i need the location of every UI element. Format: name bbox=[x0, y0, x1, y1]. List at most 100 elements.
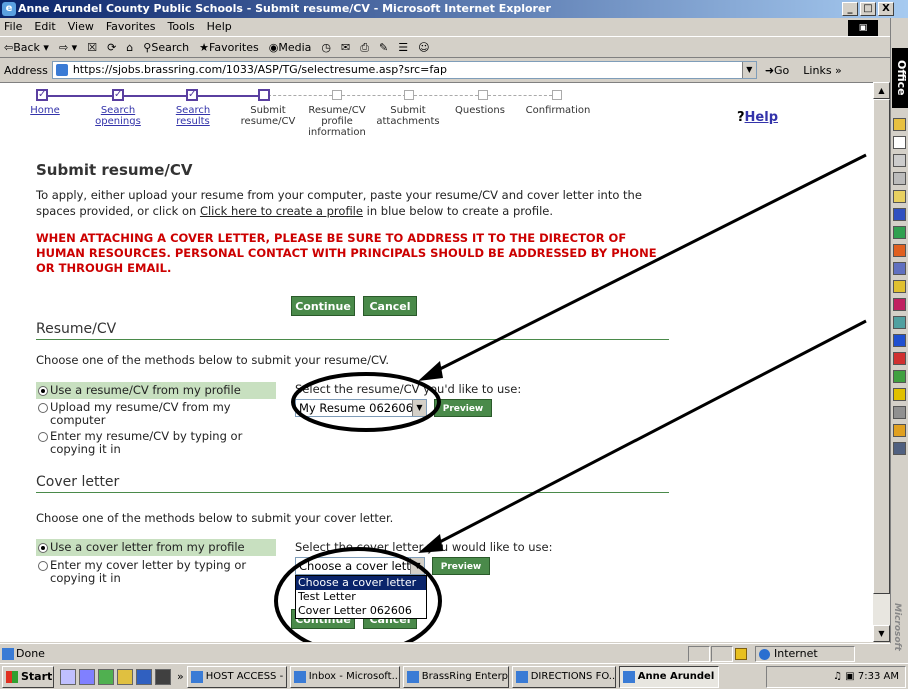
task-icon bbox=[190, 670, 203, 683]
office-shortcut-icon[interactable] bbox=[893, 118, 906, 131]
quicklaunch-icon[interactable] bbox=[136, 668, 152, 685]
step-search-openings[interactable]: Search openings bbox=[90, 105, 146, 127]
maximize-button[interactable]: □ bbox=[860, 2, 876, 16]
office-shortcut-icon[interactable] bbox=[893, 316, 906, 329]
office-shortcut-icon[interactable] bbox=[893, 388, 906, 401]
step-search-openings-link[interactable]: Search openings bbox=[95, 105, 141, 127]
media-button[interactable]: ◉Media bbox=[269, 37, 312, 57]
tray-speaker-icon[interactable]: ♫ bbox=[833, 671, 842, 682]
close-button[interactable]: X bbox=[878, 2, 894, 16]
cover-preview-button[interactable]: Preview bbox=[432, 557, 490, 575]
menu-favorites[interactable]: Favorites bbox=[106, 18, 156, 36]
vertical-scrollbar[interactable]: ▲ ▼ bbox=[873, 82, 890, 642]
print-icon[interactable]: ⎙ bbox=[360, 37, 369, 57]
menu-view[interactable]: View bbox=[68, 18, 94, 36]
quicklaunch-icon[interactable] bbox=[60, 668, 76, 685]
links-button[interactable]: Links » bbox=[803, 64, 841, 77]
resume-select[interactable]: My Resume 062606 ▼ bbox=[295, 399, 427, 417]
cover-list-item[interactable]: Choose a cover letter bbox=[296, 576, 426, 590]
cover-list-item[interactable]: Test Letter bbox=[296, 590, 426, 604]
help-link-text[interactable]: Help bbox=[745, 110, 778, 125]
favorites-button[interactable]: ★Favorites bbox=[199, 37, 259, 57]
office-shortcut-icon[interactable] bbox=[893, 442, 906, 455]
cover-select[interactable]: Choose a cover letter ▼ bbox=[295, 557, 425, 575]
resume-option-upload[interactable]: Upload my resume/CV from my computer bbox=[36, 401, 246, 427]
radio-icon[interactable] bbox=[38, 432, 48, 442]
step-home[interactable]: Home bbox=[30, 105, 60, 116]
cover-option-profile[interactable]: Use a cover letter from my profile bbox=[36, 539, 276, 556]
task-anne-arundel[interactable]: Anne Arundel C... bbox=[618, 665, 719, 688]
resume-option-type[interactable]: Enter my resume/CV by typing or copying … bbox=[36, 430, 258, 456]
resume-preview-button[interactable]: Preview bbox=[434, 399, 492, 417]
office-shortcut-icon[interactable] bbox=[893, 136, 906, 149]
radio-checked-icon[interactable] bbox=[38, 386, 48, 396]
task-directions[interactable]: DIRECTIONS FO... bbox=[511, 665, 616, 688]
scroll-thumb[interactable] bbox=[873, 99, 890, 594]
history-icon[interactable]: ◷ bbox=[321, 37, 331, 57]
radio-checked-icon[interactable] bbox=[38, 543, 48, 553]
discuss-icon[interactable]: ☰ bbox=[398, 37, 408, 57]
tray-network-icon[interactable]: ▣ bbox=[845, 671, 854, 682]
cover-list-item[interactable]: Cover Letter 062606 bbox=[296, 604, 426, 618]
office-shortcut-icon[interactable] bbox=[893, 406, 906, 419]
quicklaunch-icon[interactable] bbox=[117, 668, 133, 685]
address-input[interactable]: https://sjobs.brassring.com/1033/ASP/TG/… bbox=[51, 61, 757, 79]
menu-file[interactable]: File bbox=[4, 18, 22, 36]
home-icon[interactable]: ⌂ bbox=[126, 37, 133, 57]
quicklaunch-overflow[interactable]: » bbox=[177, 670, 184, 683]
dropdown-arrow-icon[interactable]: ▼ bbox=[412, 400, 426, 416]
step-search-results[interactable]: Search results bbox=[168, 105, 218, 127]
excel-icon[interactable] bbox=[893, 226, 906, 239]
edit-icon[interactable]: ✎ bbox=[379, 37, 388, 57]
office-shortcut-icon[interactable] bbox=[893, 424, 906, 437]
office-label: Office bbox=[892, 48, 908, 108]
help-link[interactable]: ?Help bbox=[737, 110, 778, 125]
office-shortcut-icon[interactable] bbox=[893, 280, 906, 293]
create-profile-link[interactable]: Click here to create a profile bbox=[200, 204, 363, 218]
task-brassring[interactable]: BrassRing Enterp... bbox=[402, 665, 509, 688]
word-icon[interactable] bbox=[893, 208, 906, 221]
office-shortcut-icon[interactable] bbox=[893, 298, 906, 311]
quicklaunch-icon[interactable] bbox=[155, 668, 171, 685]
office-shortcut-icon[interactable] bbox=[893, 262, 906, 275]
cover-option-type[interactable]: Enter my cover letter by typing or copyi… bbox=[36, 559, 268, 585]
minimize-button[interactable]: _ bbox=[842, 2, 858, 16]
dropdown-arrow-icon[interactable]: ▼ bbox=[410, 558, 424, 574]
quicklaunch-icon[interactable] bbox=[79, 668, 95, 685]
back-button[interactable]: ⇦Back ▾ bbox=[4, 37, 49, 57]
address-dropdown-icon[interactable]: ▼ bbox=[741, 62, 756, 78]
office-shortcut-icon[interactable] bbox=[893, 334, 906, 347]
scroll-up-icon[interactable]: ▲ bbox=[873, 82, 890, 99]
cover-heading: Cover letter bbox=[36, 474, 669, 493]
step-home-link[interactable]: Home bbox=[30, 105, 60, 116]
radio-icon[interactable] bbox=[38, 403, 48, 413]
continue-button-top[interactable]: Continue bbox=[291, 296, 355, 316]
go-button[interactable]: ➜Go bbox=[765, 64, 789, 77]
menu-edit[interactable]: Edit bbox=[34, 18, 55, 36]
mail-icon[interactable]: ✉ bbox=[341, 37, 350, 57]
step-search-results-link[interactable]: Search results bbox=[176, 105, 210, 127]
radio-icon[interactable] bbox=[38, 561, 48, 571]
resume-option-profile[interactable]: Use a resume/CV from my profile bbox=[36, 382, 276, 399]
menu-help[interactable]: Help bbox=[207, 18, 232, 36]
cancel-button-top[interactable]: Cancel bbox=[363, 296, 417, 316]
quicklaunch-icon[interactable] bbox=[98, 668, 114, 685]
system-tray: ♫ ▣ 7:33 AM bbox=[766, 666, 906, 688]
menu-tools[interactable]: Tools bbox=[168, 18, 195, 36]
office-shortcut-icon[interactable] bbox=[893, 154, 906, 167]
powerpoint-icon[interactable] bbox=[893, 244, 906, 257]
messenger-icon[interactable]: ☺ bbox=[418, 37, 429, 57]
scroll-down-icon[interactable]: ▼ bbox=[873, 625, 890, 642]
start-button[interactable]: Start bbox=[2, 665, 54, 688]
refresh-icon[interactable]: ⟳ bbox=[107, 37, 116, 57]
cover-dropdown-list[interactable]: Choose a cover letter Test Letter Cover … bbox=[295, 575, 427, 619]
task-inbox[interactable]: Inbox - Microsoft... bbox=[289, 665, 400, 688]
stop-icon[interactable]: ☒ bbox=[87, 37, 97, 57]
office-shortcut-icon[interactable] bbox=[893, 370, 906, 383]
office-shortcut-icon[interactable] bbox=[893, 190, 906, 203]
task-host-access[interactable]: HOST ACCESS - ... bbox=[186, 665, 287, 688]
office-shortcut-icon[interactable] bbox=[893, 172, 906, 185]
office-shortcut-icon[interactable] bbox=[893, 352, 906, 365]
search-button[interactable]: ⚲Search bbox=[143, 37, 189, 57]
forward-button[interactable]: ⇨ ▾ bbox=[59, 37, 77, 57]
